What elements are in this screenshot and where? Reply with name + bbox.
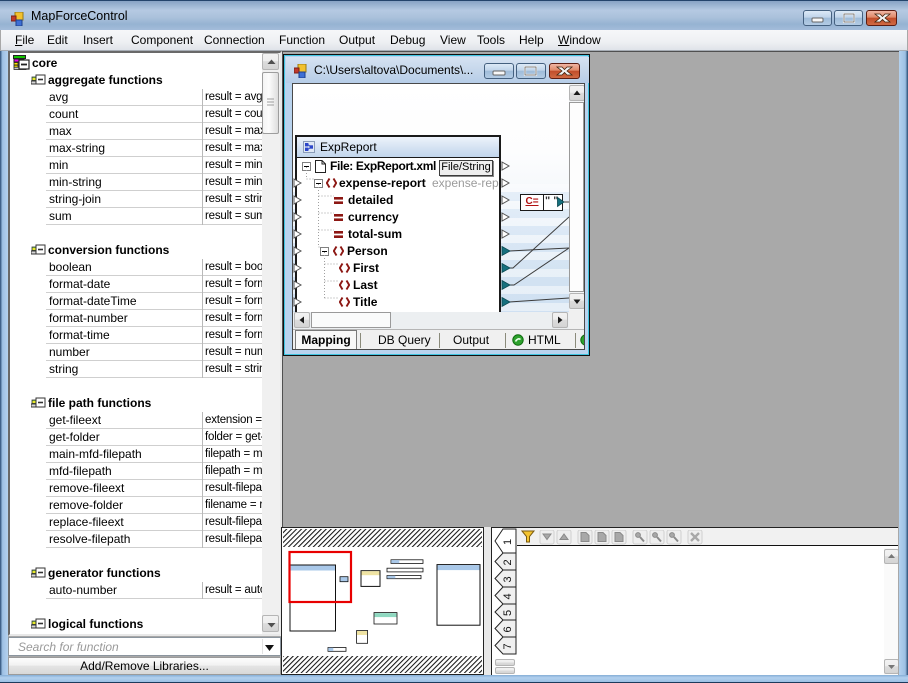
svg-text:1: 1 bbox=[502, 539, 514, 545]
svg-text:4: 4 bbox=[502, 593, 514, 599]
svg-text:5: 5 bbox=[502, 610, 514, 616]
svg-text:6: 6 bbox=[502, 626, 514, 632]
svg-text:2: 2 bbox=[502, 559, 514, 565]
svg-text:7: 7 bbox=[502, 643, 514, 649]
svg-text:3: 3 bbox=[502, 576, 514, 582]
